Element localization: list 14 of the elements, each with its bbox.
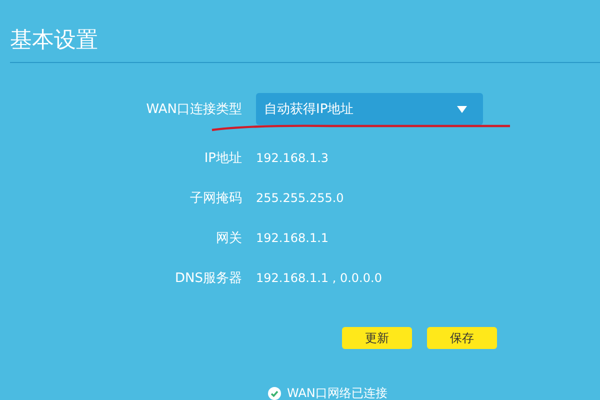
action-button[interactable]: 保存 [427,327,497,349]
page-title: 基本设置 [10,27,99,55]
status-text: WAN口网络已连接 [287,385,388,400]
action-button[interactable]: 更新 [342,327,412,349]
field-label: DNS服务器 [174,270,243,287]
field-label: WAN口连接类型 [145,101,243,118]
field-label: 网关 [215,230,243,247]
field-value: 192.168.1.1 , 0.0.0.0 [256,271,382,285]
field-label: IP地址 [203,150,243,167]
caret-icon [457,106,467,112]
field-value: 255.255.255.0 [256,191,344,205]
field-label: 子网掩码 [189,190,243,207]
field-value: 192.168.1.3 [256,151,329,165]
field-value: 192.168.1.1 [256,231,329,245]
